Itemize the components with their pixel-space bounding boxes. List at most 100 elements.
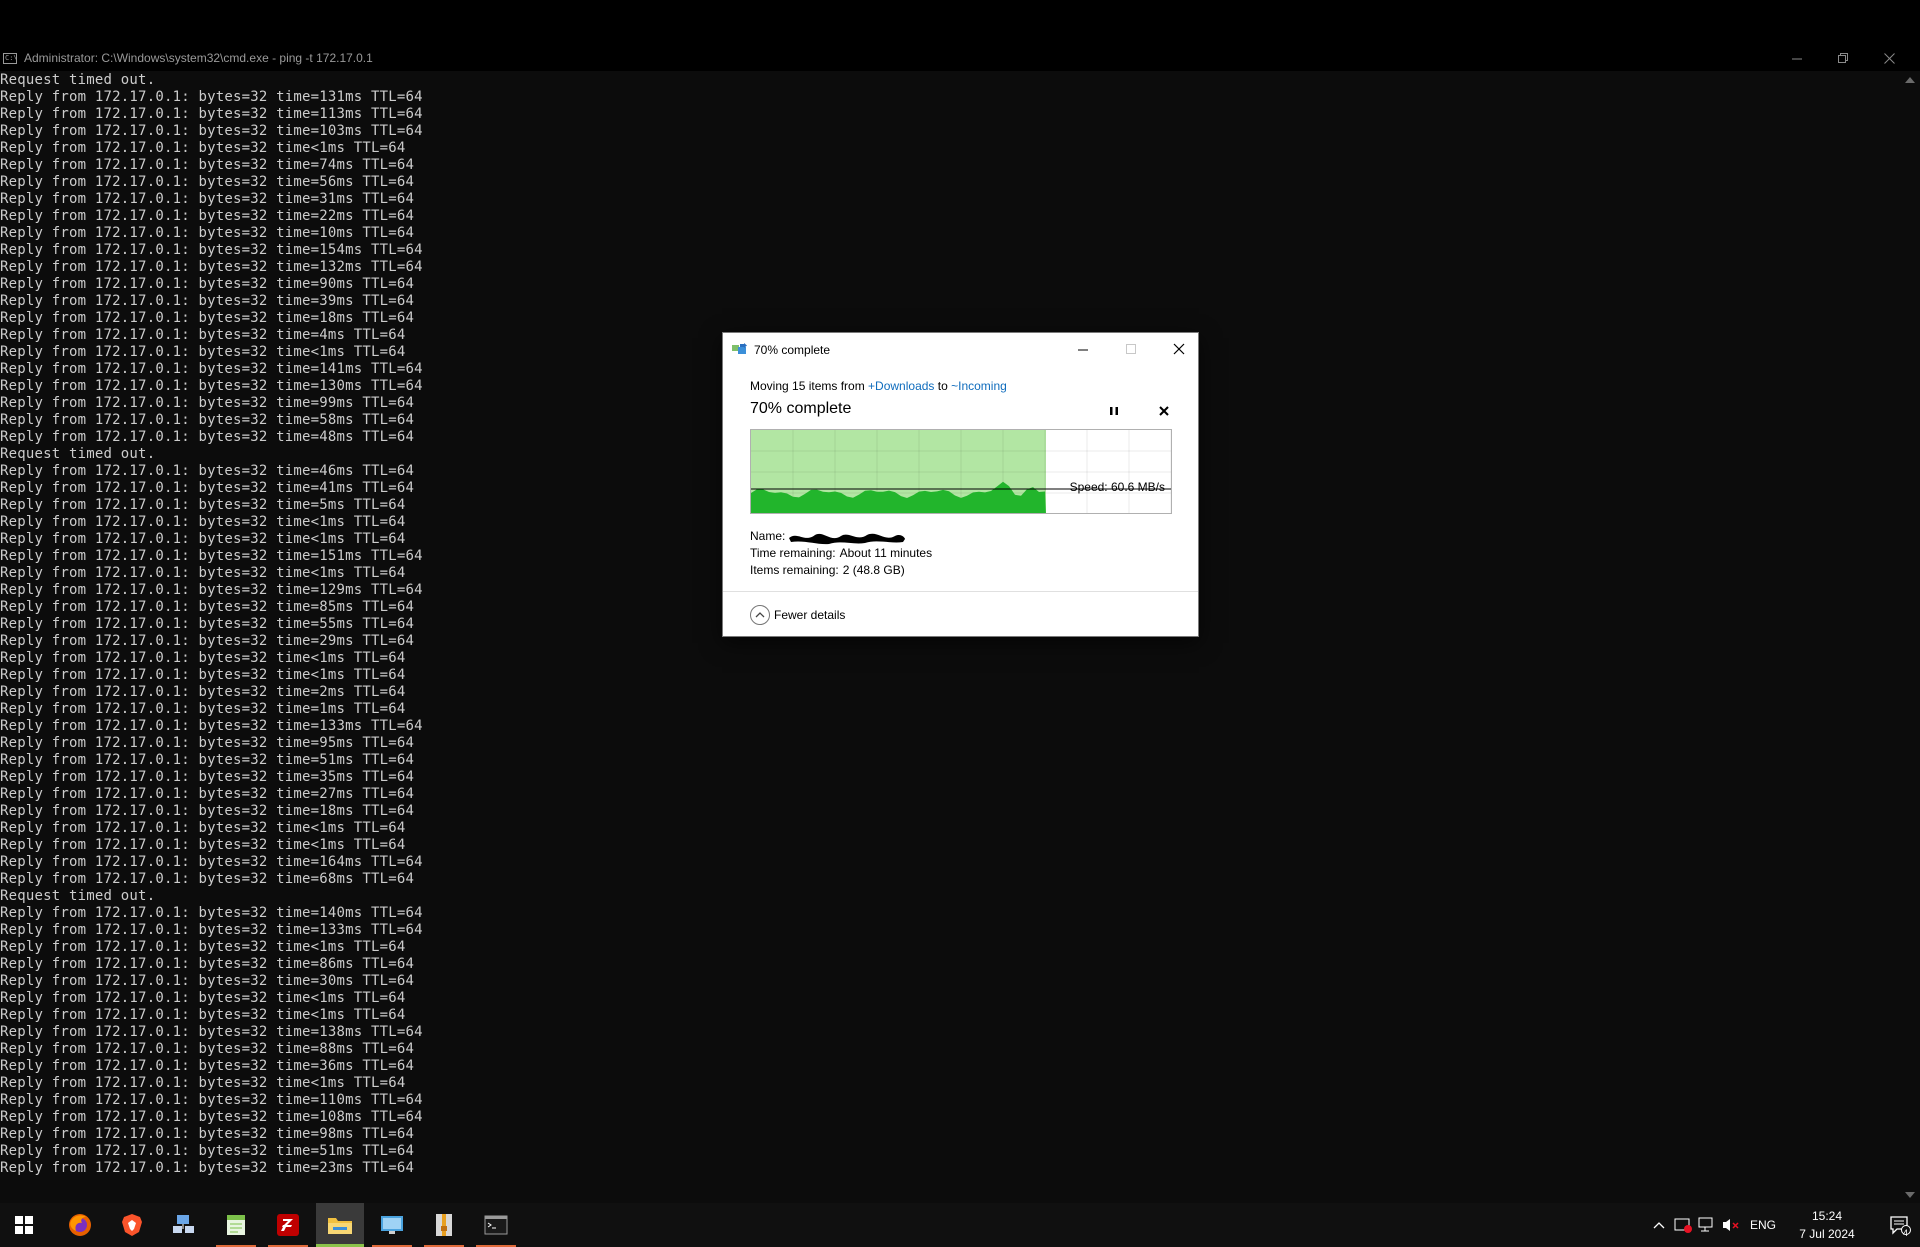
console-line: Request timed out. [0, 888, 156, 904]
tray-volume-button[interactable] [1720, 1203, 1742, 1247]
clock[interactable]: 15:24 7 Jul 2024 [1792, 1207, 1862, 1243]
taskbar-file-explorer[interactable] [316, 1203, 364, 1247]
console-line: Reply from 172.17.0.1: bytes=32 time=22m… [0, 208, 415, 224]
vertical-scrollbar[interactable] [1900, 72, 1920, 1230]
maximize-icon [1126, 344, 1136, 354]
cancel-button[interactable] [1154, 401, 1174, 421]
redacted-name-scribble [789, 533, 906, 545]
to-word: to [934, 379, 952, 393]
speed-graph: Speed: 60.6 MB/s [750, 429, 1172, 514]
taskbar-network-tool[interactable] [160, 1203, 208, 1247]
chevron-up-icon [1653, 1222, 1665, 1229]
fewer-details-label: Fewer details [774, 608, 846, 622]
console-line: Request timed out. [0, 72, 156, 88]
console-line: Reply from 172.17.0.1: bytes=32 time<1ms… [0, 990, 406, 1006]
name-row: Name: [750, 529, 907, 545]
chevron-up-icon [750, 605, 770, 625]
taskbar-remote-desktop[interactable] [368, 1203, 416, 1247]
progress-heading: 70% complete [750, 400, 852, 417]
file-move-dialog[interactable]: 70% complete Moving 15 items from +Downl… [722, 332, 1199, 637]
taskbar: ENG 15:24 7 Jul 2024 4 [0, 1203, 1920, 1247]
console-line: Reply from 172.17.0.1: bytes=32 time<1ms… [0, 820, 406, 836]
speed-label: Speed: 60.6 MB/s [1069, 480, 1165, 494]
console-line: Reply from 172.17.0.1: bytes=32 time=36m… [0, 1058, 415, 1074]
minimize-button[interactable] [1774, 46, 1820, 71]
console-line: Reply from 172.17.0.1: bytes=32 time=56m… [0, 174, 415, 190]
cmd-titlebar[interactable]: C:\ Administrator: C:\Windows\system32\c… [0, 46, 1920, 71]
items-remaining-label: Items remaining: [750, 563, 839, 577]
clock-time: 15:24 [1811, 1209, 1843, 1223]
console-line: Reply from 172.17.0.1: bytes=32 time=68m… [0, 871, 415, 887]
console-line: Reply from 172.17.0.1: bytes=32 time=31m… [0, 191, 415, 207]
items-remaining-row: Items remaining: 2 (48.8 GB) [750, 563, 905, 577]
time-remaining-label: Time remaining: [750, 546, 836, 560]
console-line: Reply from 172.17.0.1: bytes=32 time=27m… [0, 786, 415, 802]
name-label: Name: [750, 529, 786, 544]
console-line: Reply from 172.17.0.1: bytes=32 time=133… [0, 922, 423, 938]
network-icon [1698, 1217, 1713, 1232]
console-line: Reply from 172.17.0.1: bytes=32 time=103… [0, 123, 423, 139]
notification-center-button[interactable]: 4 [1880, 1203, 1920, 1247]
system-tray: ENG 15:24 7 Jul 2024 4 [1640, 1203, 1920, 1247]
restore-button[interactable] [1820, 46, 1866, 71]
console-line: Reply from 172.17.0.1: bytes=32 time=164… [0, 854, 423, 870]
console-line: Reply from 172.17.0.1: bytes=32 time=131… [0, 89, 423, 105]
console-line: Reply from 172.17.0.1: bytes=32 time=18m… [0, 803, 415, 819]
console-line: Reply from 172.17.0.1: bytes=32 time=132… [0, 259, 423, 275]
destination-folder-link[interactable]: ~Incoming [951, 379, 1007, 393]
dialog-close-button[interactable] [1167, 338, 1191, 360]
console-line: Reply from 172.17.0.1: bytes=32 time<1ms… [0, 837, 406, 853]
remote-desktop-icon [381, 1216, 403, 1234]
console-line: Reply from 172.17.0.1: bytes=32 time=74m… [0, 157, 415, 173]
close-icon [1173, 343, 1185, 355]
language-indicator[interactable]: ENG [1748, 1203, 1778, 1247]
dialog-titlebar[interactable]: 70% complete [723, 333, 1198, 365]
console-line: Reply from 172.17.0.1: bytes=32 time<1ms… [0, 1075, 406, 1091]
console-line: Reply from 172.17.0.1: bytes=32 time=88m… [0, 1041, 415, 1057]
console-line: Reply from 172.17.0.1: bytes=32 time=98m… [0, 1126, 415, 1142]
taskbar-brave[interactable] [108, 1203, 156, 1247]
show-hidden-icons-button[interactable] [1650, 1203, 1668, 1247]
console-line: Reply from 172.17.0.1: bytes=32 time=140… [0, 905, 423, 921]
speed-graph-canvas [751, 430, 1171, 513]
fewer-details-button[interactable]: Fewer details [750, 605, 845, 627]
dialog-minimize-button[interactable] [1071, 338, 1095, 360]
console-line: Reply from 172.17.0.1: bytes=32 time=95m… [0, 735, 415, 751]
taskbar-firefox[interactable] [56, 1203, 104, 1247]
console-line: Reply from 172.17.0.1: bytes=32 time=108… [0, 1109, 423, 1125]
start-button[interactable] [0, 1203, 48, 1247]
time-remaining-row: Time remaining: About 11 minutes [750, 546, 932, 560]
minimize-icon [1791, 58, 1802, 60]
taskbar-archive-tool[interactable] [420, 1203, 468, 1247]
moving-prefix: Moving 15 items from [750, 379, 869, 393]
scroll-down-arrow-icon[interactable] [1904, 1191, 1916, 1199]
terminal-icon [484, 1215, 508, 1235]
console-line: Reply from 172.17.0.1: bytes=32 time=35m… [0, 769, 415, 785]
console-line: Reply from 172.17.0.1: bytes=32 time=18m… [0, 310, 415, 326]
scroll-up-arrow-icon[interactable] [1904, 76, 1916, 84]
console-output[interactable]: Request timed out. Reply from 172.17.0.1:… [0, 72, 1900, 1203]
console-line: Reply from 172.17.0.1: bytes=32 time<1ms… [0, 1007, 406, 1023]
filezilla-icon [277, 1214, 299, 1236]
pause-button[interactable] [1104, 401, 1124, 421]
console-line: Reply from 172.17.0.1: bytes=32 time=113… [0, 106, 423, 122]
tray-network-button[interactable] [1696, 1203, 1718, 1247]
cmd-window-title: Administrator: C:\Windows\system32\cmd.e… [24, 51, 373, 65]
taskbar-terminal[interactable] [472, 1203, 520, 1247]
items-remaining-value: 2 (48.8 GB) [842, 563, 905, 577]
console-line: Reply from 172.17.0.1: bytes=32 time=10m… [0, 225, 415, 241]
pause-icon [1110, 407, 1118, 415]
source-folder-link[interactable]: +Downloads [868, 379, 934, 393]
cancel-icon [1159, 406, 1169, 416]
moving-description: Moving 15 items from +Downloads to ~Inco… [750, 379, 1007, 393]
taskbar-filezilla[interactable] [264, 1203, 312, 1247]
console-line: Reply from 172.17.0.1: bytes=32 time=2ms… [0, 684, 406, 700]
tray-security-button[interactable] [1672, 1203, 1694, 1247]
console-line: Reply from 172.17.0.1: bytes=32 time=1ms… [0, 701, 406, 717]
console-line: Reply from 172.17.0.1: bytes=32 time=86m… [0, 956, 415, 972]
security-alert-icon [1674, 1218, 1692, 1233]
close-button[interactable] [1866, 46, 1912, 71]
taskbar-notepad[interactable] [212, 1203, 260, 1247]
console-line: Reply from 172.17.0.1: bytes=32 time=110… [0, 1092, 423, 1108]
notepad-icon [227, 1215, 245, 1235]
